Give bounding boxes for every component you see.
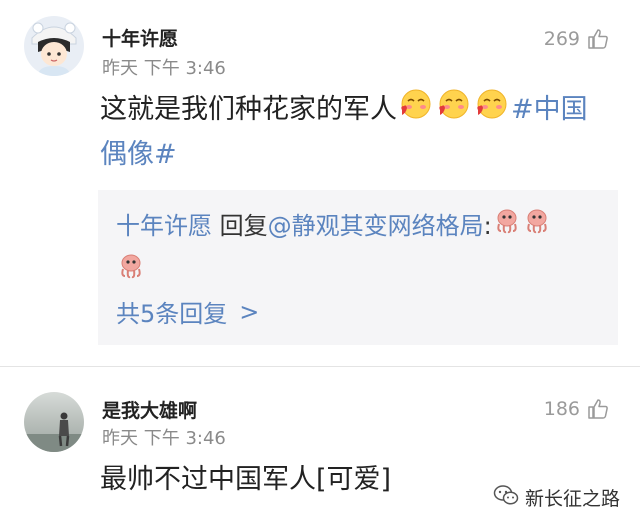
watermark: 新长征之路: [488, 482, 624, 513]
reply-preview[interactable]: 十年许愿 回复@静观其变网络格局: 共5条回复 >: [98, 190, 618, 345]
reply-author[interactable]: 十年许愿: [116, 212, 212, 240]
timestamp: 昨天 下午 3:46: [102, 428, 226, 449]
comment-text: 这就是我们种花家的军人: [100, 94, 397, 125]
wechat-icon: [493, 484, 519, 511]
like-button[interactable]: 269: [544, 27, 610, 51]
blush-kiss-emoji: [436, 88, 472, 133]
topic-link[interactable]: #中国: [511, 94, 588, 125]
like-count: 269: [543, 28, 580, 50]
username[interactable]: 十年许愿: [102, 24, 178, 51]
octopus-emoji: [493, 205, 521, 249]
like-button[interactable]: 186: [544, 397, 610, 421]
like-count: 186: [543, 398, 580, 420]
reply-verb: 回复: [212, 212, 268, 240]
topic-link[interactable]: 偶像#: [100, 139, 177, 170]
watermark-label: 新长征之路: [524, 488, 620, 510]
blush-kiss-emoji: [474, 88, 510, 133]
more-replies-label: 共5条回复: [116, 300, 228, 328]
comment-text: 最帅不过中国军人[可爱]: [100, 464, 392, 495]
thumbs-up-icon: [586, 397, 610, 421]
chevron-right-icon: >: [239, 297, 260, 326]
thumbs-up-icon: [586, 27, 610, 51]
username[interactable]: 是我大雄啊: [102, 396, 197, 423]
octopus-emoji: [523, 205, 551, 249]
reply-text: 十年许愿 回复@静观其变网络格局:: [116, 204, 606, 294]
reply-colon: :: [483, 212, 492, 240]
reply-mention[interactable]: @静观其变网络格局: [268, 212, 484, 240]
comment-content: 这就是我们种花家的军人 #中国偶像#: [100, 88, 610, 176]
avatar[interactable]: [24, 392, 84, 452]
octopus-emoji: [117, 250, 145, 294]
blush-kiss-emoji: [398, 88, 434, 133]
view-all-replies-link[interactable]: 共5条回复 >: [116, 294, 259, 329]
divider: [0, 366, 640, 367]
timestamp: 昨天 下午 3:46: [102, 58, 226, 79]
avatar[interactable]: [24, 16, 84, 76]
